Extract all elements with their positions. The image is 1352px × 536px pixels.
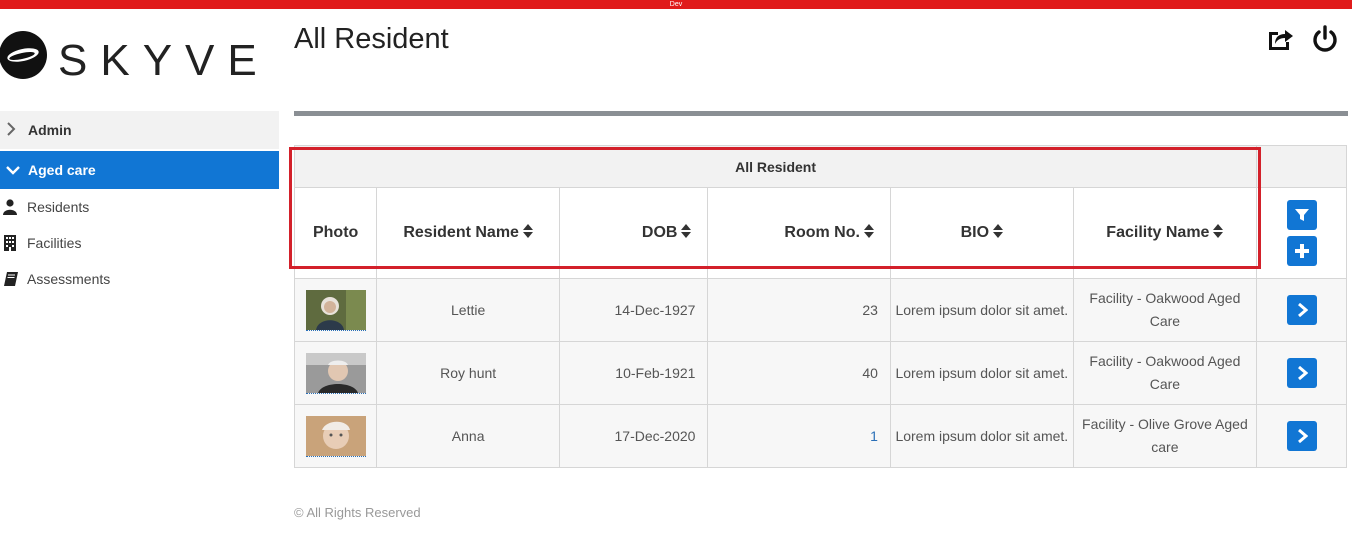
column-header-bio[interactable]: BIO [889, 187, 1074, 279]
sort-icon [863, 224, 874, 241]
open-row-button[interactable] [1286, 295, 1317, 325]
sort-icon [681, 224, 692, 241]
environment-bar: Dev [0, 0, 1352, 9]
room-no-cell: 1 [707, 404, 891, 468]
chevron-right-icon [1297, 429, 1308, 443]
add-button[interactable] [1286, 236, 1317, 266]
chevron-right-icon [1297, 366, 1308, 380]
skyve-logo[interactable]: SKYVE [0, 28, 270, 85]
table-actions-header [1256, 187, 1347, 279]
bio-cell: Lorem ipsum dolor sit amet. [889, 341, 1074, 405]
sort-icon [993, 224, 1004, 241]
plus-icon [1294, 244, 1309, 258]
power-icon[interactable] [1311, 25, 1339, 53]
table-row[interactable]: Lettie 14-Dec-1927 23 Lorem ipsum dolor … [293, 278, 1347, 342]
sidebar-item-facilities[interactable]: Facilities [0, 225, 279, 261]
resident-name-cell: Anna [376, 404, 561, 468]
sidebar-item-label: Assessments [27, 271, 111, 287]
table-caption: All Resident [293, 145, 1258, 188]
sidebar-item-residents[interactable]: Residents [0, 189, 279, 225]
sort-icon [522, 224, 533, 241]
table-caption-spacer [1256, 145, 1347, 188]
resident-photo[interactable] [305, 289, 366, 331]
resident-table: All Resident Photo Resident Name DOB Roo… [293, 145, 1347, 468]
dob-cell: 14-Dec-1927 [559, 278, 709, 342]
column-header-resident-name[interactable]: Resident Name [376, 187, 561, 279]
dob-cell: 10-Feb-1921 [559, 341, 709, 405]
row-action-cell [1256, 341, 1347, 405]
photo-cell [293, 404, 378, 468]
share-icon[interactable] [1266, 25, 1294, 53]
column-header-photo: Photo [293, 187, 378, 279]
sidebar-group-label: Aged care [28, 162, 96, 178]
chevron-right-icon [1297, 303, 1308, 317]
resident-photo[interactable] [305, 352, 366, 394]
table-row[interactable]: Anna 17-Dec-2020 1 Lorem ipsum dolor sit… [293, 404, 1347, 468]
resident-photo[interactable] [305, 415, 366, 457]
footer-copyright: © All Rights Reserved [294, 505, 421, 520]
photo-cell [293, 341, 378, 405]
column-header-facility-name[interactable]: Facility Name [1072, 187, 1258, 279]
table-row[interactable]: Roy hunt 10-Feb-1921 40 Lorem ipsum dolo… [293, 341, 1347, 405]
logo-wordmark: SKYVE [58, 36, 270, 85]
filter-button[interactable] [1286, 200, 1317, 230]
bio-cell: Lorem ipsum dolor sit amet. [889, 278, 1074, 342]
header-divider [294, 111, 1348, 116]
page-title: All Resident [294, 23, 449, 55]
facility-name-cell: Facility - Oakwood Aged Care [1072, 341, 1258, 405]
sidebar-group-label: Admin [28, 122, 72, 138]
dob-cell: 17-Dec-2020 [559, 404, 709, 468]
photo-cell [293, 278, 378, 342]
column-header-room-no[interactable]: Room No. [707, 187, 891, 279]
room-no-cell: 40 [707, 341, 891, 405]
sidebar-item-label: Facilities [27, 235, 82, 251]
filter-icon [1294, 209, 1309, 221]
sidebar-item-assessments[interactable]: Assessments [0, 261, 279, 297]
chevron-down-icon [6, 162, 22, 178]
book-icon [3, 271, 18, 287]
user-icon [3, 199, 17, 215]
building-icon [3, 235, 17, 251]
sidebar-group-admin[interactable]: Admin [0, 111, 279, 149]
open-row-button[interactable] [1286, 358, 1317, 388]
facility-name-cell: Facility - Olive Grove Aged care [1072, 404, 1258, 468]
column-header-dob[interactable]: DOB [559, 187, 709, 279]
row-action-cell [1256, 278, 1347, 342]
chevron-right-icon [6, 121, 22, 139]
resident-name-cell: Lettie [376, 278, 561, 342]
logo-mark-icon [0, 31, 47, 79]
open-row-button[interactable] [1286, 421, 1317, 451]
bio-cell: Lorem ipsum dolor sit amet. [889, 404, 1074, 468]
resident-name-cell: Roy hunt [376, 341, 561, 405]
sidebar: Admin Aged care Residents Facilities Ass… [0, 111, 279, 297]
facility-name-cell: Facility - Oakwood Aged Care [1072, 278, 1258, 342]
sidebar-item-label: Residents [27, 199, 90, 215]
room-no-cell: 23 [707, 278, 891, 342]
sidebar-group-aged-care[interactable]: Aged care [0, 151, 279, 189]
sort-icon [1213, 224, 1224, 241]
row-action-cell [1256, 404, 1347, 468]
